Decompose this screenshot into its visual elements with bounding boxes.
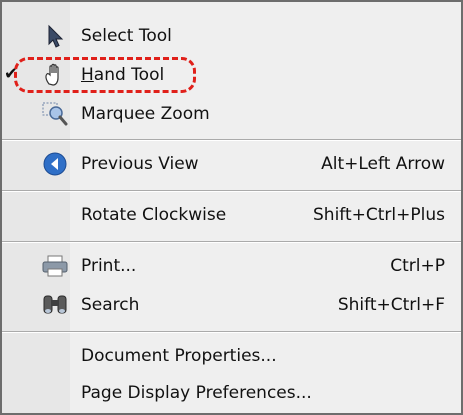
menu-item-label: Print...: [81, 256, 137, 276]
menu-item-label: Previous View: [81, 154, 199, 174]
menu-item-marquee-zoom[interactable]: Marquee Zoom: [2, 94, 461, 134]
hand-tool-highlight-outline: [14, 57, 196, 93]
menu-item-label: Search: [81, 295, 140, 315]
menu-item-shortcut: Ctrl+P: [390, 256, 445, 276]
marquee-zoom-icon: [41, 101, 69, 127]
menu-item-print[interactable]: Print... Ctrl+P: [2, 246, 461, 286]
menu-item-rotate-clockwise[interactable]: Rotate Clockwise Shift+Ctrl+Plus: [2, 195, 461, 235]
menu-separator: [2, 241, 461, 243]
menu-item-shortcut: Alt+Left Arrow: [321, 154, 445, 174]
menu-item-label: Document Properties...: [81, 346, 277, 366]
binoculars-icon: [41, 292, 69, 318]
menu-separator: [2, 331, 461, 333]
printer-icon: [41, 253, 69, 279]
menu-item-page-display-preferences[interactable]: Page Display Preferences...: [2, 373, 461, 413]
previous-view-icon: [41, 151, 69, 177]
menu-separator: [2, 190, 461, 192]
context-menu: Select Tool ✔ Hand Tool Marquee Zoom Pre…: [0, 0, 463, 415]
arrow-pointer-icon: [41, 23, 69, 49]
menu-item-document-properties[interactable]: Document Properties...: [2, 336, 461, 376]
menu-item-select-tool[interactable]: Select Tool: [2, 16, 461, 56]
menu-item-label: Marquee Zoom: [81, 104, 210, 124]
menu-item-shortcut: Shift+Ctrl+F: [337, 295, 445, 315]
menu-item-previous-view[interactable]: Previous View Alt+Left Arrow: [2, 144, 461, 184]
menu-item-shortcut: Shift+Ctrl+Plus: [313, 205, 445, 225]
menu-item-label: Page Display Preferences...: [81, 383, 312, 403]
menu-item-search[interactable]: Search Shift+Ctrl+F: [2, 285, 461, 325]
menu-separator: [2, 139, 461, 141]
menu-item-label: Select Tool: [81, 26, 172, 46]
menu-item-label: Rotate Clockwise: [81, 205, 227, 225]
